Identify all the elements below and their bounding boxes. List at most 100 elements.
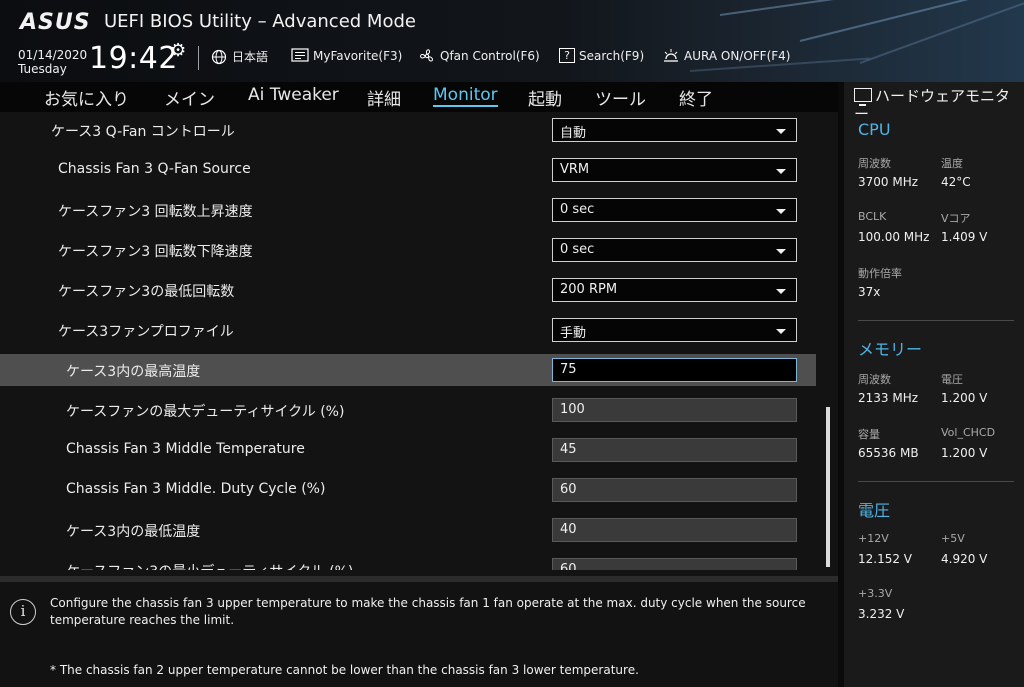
help-description: Configure the chassis fan 3 upper temper… [50, 596, 806, 627]
setting-row-selected[interactable]: ケース3内の最高温度 75 [0, 354, 816, 386]
v12-value: 12.152 V [858, 552, 913, 566]
myfavorite-label: MyFavorite(F3) [313, 49, 403, 63]
setting-row[interactable]: Chassis Fan 3 Q-Fan Source VRM [0, 154, 816, 186]
cpu-freq-label: 周波数 [858, 157, 891, 170]
clock: 19:42 [89, 41, 178, 76]
input-value: 60 [560, 482, 577, 497]
setting-label: ケース3内の最高温度 [66, 364, 201, 380]
aura-label: AURA ON/OFF(F4) [684, 49, 791, 63]
asus-logo: ASUS [20, 10, 91, 35]
language-label: 日本語 [232, 50, 269, 64]
chevron-down-icon [776, 289, 786, 294]
mem-volt-label: 電圧 [941, 373, 963, 386]
mem-cap-value: 65536 MB [858, 446, 919, 460]
qfan-control-button[interactable]: Qfan Control(F6) [418, 48, 540, 64]
input-value: 75 [560, 362, 577, 377]
hw-monitor-title: ハードウェアモニター [854, 87, 1024, 123]
mem-freq-value: 2133 MHz [858, 391, 919, 405]
aura-toggle-button[interactable]: AURA ON/OFF(F4) [662, 48, 790, 64]
input-value: 40 [560, 522, 577, 537]
cpu-temp-label: 温度 [941, 157, 963, 170]
dropdown-value: 0 sec [560, 202, 595, 217]
vcore-label: Vコア [941, 212, 971, 225]
qfan-control-dropdown[interactable]: 自動 [552, 118, 797, 142]
setting-label: ケースファン3の最低回転数 [58, 284, 235, 300]
cpu-freq-value: 3700 MHz [858, 175, 919, 189]
fan-icon [418, 48, 436, 64]
v33-label: +3.3V [858, 587, 893, 600]
vcore-value: 1.409 V [941, 230, 988, 244]
tab-tool[interactable]: ツール [595, 85, 646, 110]
mem-volt-value: 1.200 V [941, 391, 988, 405]
chevron-down-icon [776, 209, 786, 214]
qfan-source-dropdown[interactable]: VRM [552, 158, 797, 182]
dropdown-value: 0 sec [560, 242, 595, 257]
cpu-heading: CPU [858, 120, 891, 139]
language-button[interactable]: 日本語 [210, 48, 268, 65]
step-up-dropdown[interactable]: 0 sec [552, 198, 797, 222]
setting-row[interactable]: ケースファン3 回転数下降速度 0 sec [0, 234, 816, 266]
favorite-icon [291, 48, 309, 64]
setting-row[interactable]: ケース3ファンプロファイル 手動 [0, 314, 816, 346]
setting-row[interactable]: ケース3内の最低温度 40 [0, 514, 816, 546]
section-divider [858, 481, 1014, 482]
min-speed-dropdown[interactable]: 200 RPM [552, 278, 797, 302]
input-value: 100 [560, 402, 585, 417]
tab-ai-tweaker[interactable]: Ai Tweaker [248, 85, 339, 105]
setting-row[interactable]: ケースファン3 回転数上昇速度 0 sec [0, 194, 816, 226]
dropdown-value: 200 RPM [560, 282, 618, 297]
search-button[interactable]: ? Search(F9) [559, 48, 644, 63]
help-panel: i Configure the chassis fan 3 upper temp… [0, 576, 838, 687]
max-duty-input[interactable]: 100 [552, 398, 797, 422]
setting-row[interactable]: Chassis Fan 3 Middle Temperature 45 [0, 434, 816, 466]
step-down-dropdown[interactable]: 0 sec [552, 238, 797, 262]
setting-row[interactable]: Chassis Fan 3 Middle. Duty Cycle (%) 60 [0, 474, 816, 506]
day-text: Tuesday [18, 62, 67, 76]
tab-boot[interactable]: 起動 [528, 85, 562, 110]
aura-icon [662, 48, 680, 64]
monitor-icon [854, 88, 872, 106]
setting-row[interactable]: ケースファンの最大デューティサイクル (%) 100 [0, 394, 816, 426]
fan-profile-dropdown[interactable]: 手動 [552, 318, 797, 342]
tab-favorites[interactable]: お気に入り [44, 85, 129, 110]
input-value: 45 [560, 442, 577, 457]
chevron-down-icon [776, 169, 786, 174]
setting-label: ケース3 Q-Fan コントロール [51, 124, 235, 140]
ratio-label: 動作倍率 [858, 267, 902, 280]
v5-label: +5V [941, 532, 965, 545]
setting-label: Chassis Fan 3 Middle. Duty Cycle (%) [66, 481, 326, 497]
v5-value: 4.920 V [941, 552, 988, 566]
settings-gear-icon[interactable]: ⚙ [170, 40, 186, 61]
setting-row[interactable]: ケースファン3の最低回転数 200 RPM [0, 274, 816, 306]
dropdown-value: VRM [560, 162, 590, 177]
bclk-value: 100.00 MHz [858, 230, 930, 244]
help-note: * The chassis fan 2 upper temperature ca… [50, 663, 639, 677]
settings-list: ケース3 Q-Fan コントロール 自動 Chassis Fan 3 Q-Fan… [0, 112, 838, 576]
bclk-label: BCLK [858, 210, 887, 223]
memory-heading: メモリー [858, 340, 923, 359]
main-menu-tabs: お気に入り メイン Ai Tweaker 詳細 Monitor 起動 ツール 終… [0, 82, 838, 112]
tab-monitor[interactable]: Monitor [433, 85, 498, 107]
myfavorite-button[interactable]: MyFavorite(F3) [291, 48, 402, 64]
setting-label: Chassis Fan 3 Middle Temperature [66, 441, 305, 457]
chevron-down-icon [776, 329, 786, 334]
lower-temp-input[interactable]: 40 [552, 518, 797, 542]
search-help-icon: ? [559, 48, 575, 63]
tab-main[interactable]: メイン [164, 85, 215, 110]
qfan-label: Qfan Control(F6) [440, 49, 540, 63]
tab-exit[interactable]: 終了 [679, 85, 713, 110]
info-icon: i [10, 599, 36, 625]
search-label: Search(F9) [579, 48, 645, 63]
middle-duty-input[interactable]: 60 [552, 478, 797, 502]
mem-freq-label: 周波数 [858, 373, 891, 386]
setting-row[interactable]: ケース3 Q-Fan コントロール 自動 [0, 114, 816, 146]
setting-label: ケースファンの最大デューティサイクル (%) [66, 404, 345, 420]
setting-label: ケース3内の最低温度 [66, 524, 201, 540]
upper-temp-input[interactable]: 75 [552, 358, 797, 382]
setting-label: Chassis Fan 3 Q-Fan Source [58, 161, 251, 177]
hardware-monitor-panel: ハードウェアモニター CPU 周波数 温度 3700 MHz 42°C BCLK… [838, 82, 1024, 687]
cpu-temp-value: 42°C [941, 175, 971, 189]
settings-scrollbar[interactable] [826, 407, 830, 567]
middle-temp-input[interactable]: 45 [552, 438, 797, 462]
tab-advanced[interactable]: 詳細 [367, 85, 401, 110]
